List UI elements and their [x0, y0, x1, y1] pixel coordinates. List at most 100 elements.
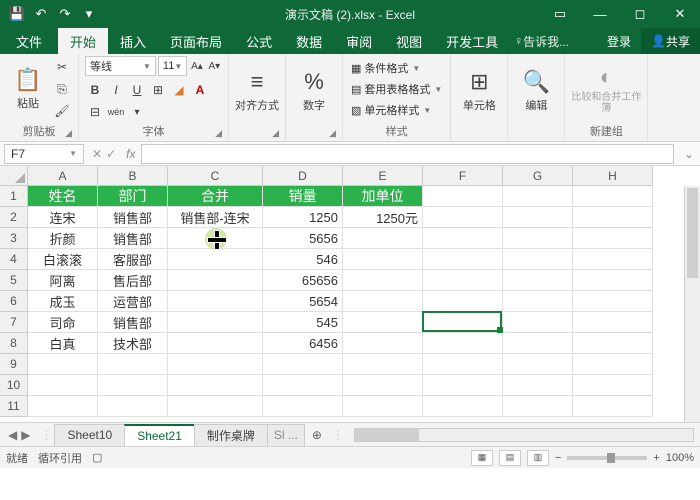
sheet-nav-prev[interactable]: ◀ [8, 428, 17, 442]
launcher-icon[interactable]: ◢ [65, 128, 72, 139]
cell[interactable] [343, 354, 423, 375]
cell[interactable]: 销量 [263, 186, 343, 207]
cell[interactable] [503, 354, 573, 375]
row-header[interactable]: 6 [0, 291, 28, 312]
paste-button[interactable]: 📋 粘贴 [6, 57, 50, 121]
formula-input[interactable] [141, 144, 673, 164]
cell[interactable]: 运营部 [98, 291, 168, 312]
cell[interactable] [423, 312, 503, 333]
cell[interactable]: 合并 [168, 186, 263, 207]
cell[interactable] [503, 291, 573, 312]
undo-button[interactable]: ↶ [30, 3, 52, 25]
cell[interactable] [98, 354, 168, 375]
cell[interactable] [423, 354, 503, 375]
select-all-corner[interactable] [0, 166, 28, 186]
launcher-icon[interactable]: ◢ [272, 128, 279, 139]
column-header[interactable]: H [573, 166, 653, 186]
cut-button[interactable]: ✂ [52, 57, 72, 77]
cell[interactable] [423, 333, 503, 354]
sheet-tab[interactable]: Sheet10 [54, 424, 125, 446]
phonetic-edit-button[interactable]: ▾ [127, 102, 147, 122]
zoom-slider[interactable] [567, 456, 647, 460]
minimize-button[interactable]: — [580, 0, 620, 28]
alignment-button[interactable]: ≡对齐方式 [235, 59, 279, 123]
launcher-icon[interactable]: ◢ [215, 128, 222, 139]
cell[interactable]: 白真 [28, 333, 98, 354]
cell[interactable]: 连宋 [28, 207, 98, 228]
cell[interactable] [573, 270, 653, 291]
cell[interactable] [168, 375, 263, 396]
tab-layout[interactable]: 页面布局 [158, 28, 234, 54]
cell[interactable] [503, 270, 573, 291]
cell[interactable] [168, 333, 263, 354]
row-header[interactable]: 4 [0, 249, 28, 270]
zoom-out-button[interactable]: − [555, 452, 561, 464]
table-format-button[interactable]: ▤套用表格格式▼ [349, 79, 444, 99]
cell[interactable]: 65656 [263, 270, 343, 291]
cell[interactable] [343, 228, 423, 249]
page-layout-view-button[interactable]: ▤ [499, 450, 521, 466]
row-header[interactable]: 5 [0, 270, 28, 291]
cell-style-button[interactable]: ▧单元格样式▼ [349, 100, 444, 120]
cell[interactable]: 销售部 [98, 207, 168, 228]
cell[interactable]: 销售部 [98, 312, 168, 333]
row-header[interactable]: 10 [0, 375, 28, 396]
sheet-tab[interactable]: 制作桌牌 [194, 424, 268, 446]
cell[interactable]: 技术部 [98, 333, 168, 354]
number-button[interactable]: %数字 [292, 59, 336, 123]
border-button[interactable]: ⊞ [148, 80, 168, 100]
horizontal-scrollbar[interactable] [354, 428, 694, 442]
cell[interactable]: 阿离 [28, 270, 98, 291]
fx-icon[interactable]: fx [120, 147, 141, 161]
cell[interactable] [263, 396, 343, 417]
cell[interactable] [573, 312, 653, 333]
cell[interactable] [343, 312, 423, 333]
tab-formulas[interactable]: 公式 [234, 28, 284, 54]
cell[interactable] [28, 354, 98, 375]
cell[interactable] [343, 396, 423, 417]
cell[interactable] [28, 375, 98, 396]
cell[interactable]: 姓名 [28, 186, 98, 207]
grow-font-button[interactable]: A▴ [189, 56, 204, 76]
zoom-level[interactable]: 100% [666, 452, 694, 464]
cell[interactable]: 部门 [98, 186, 168, 207]
font-name-combo[interactable]: 等线▼ [85, 56, 156, 76]
format-painter-button[interactable]: 🖌 [52, 101, 72, 121]
add-sheet-button[interactable]: ⊕ [306, 424, 328, 446]
cell[interactable] [503, 396, 573, 417]
column-header[interactable]: B [98, 166, 168, 186]
conditional-format-button[interactable]: ▦条件格式▼ [349, 58, 444, 78]
tab-review[interactable]: 审阅 [334, 28, 384, 54]
ribbon-options-button[interactable]: ▭ [540, 0, 580, 28]
cell[interactable]: 546 [263, 249, 343, 270]
cell[interactable]: 折颜 [28, 228, 98, 249]
cell[interactable]: 545 [263, 312, 343, 333]
cell[interactable] [343, 270, 423, 291]
scrollbar-thumb[interactable] [355, 429, 419, 441]
cell[interactable]: 客服部 [98, 249, 168, 270]
cell[interactable]: 售后部 [98, 270, 168, 291]
cell[interactable] [98, 375, 168, 396]
column-header[interactable]: C [168, 166, 263, 186]
cell[interactable] [168, 354, 263, 375]
column-header[interactable]: A [28, 166, 98, 186]
cell[interactable] [98, 396, 168, 417]
cell[interactable]: 5654 [263, 291, 343, 312]
cell[interactable]: 6456 [263, 333, 343, 354]
border-bottom-button[interactable]: ⊟ [85, 102, 105, 122]
cell[interactable] [168, 228, 263, 249]
phonetic-button[interactable]: wén [106, 102, 126, 122]
cell[interactable] [573, 375, 653, 396]
column-header[interactable]: F [423, 166, 503, 186]
sheet-tab[interactable]: Sl ... [267, 424, 305, 446]
cell[interactable] [423, 228, 503, 249]
cell[interactable] [263, 375, 343, 396]
tab-data[interactable]: 数据 [284, 28, 334, 54]
login-button[interactable]: 登录 [597, 28, 641, 54]
worksheet-grid[interactable]: 1234567891011 ABCDEFGH 姓名部门合并销量加单位连宋销售部销… [0, 166, 700, 422]
cell[interactable]: 销售部 [98, 228, 168, 249]
cell[interactable]: 1250 [263, 207, 343, 228]
underline-button[interactable]: U [127, 80, 147, 100]
cell[interactable] [423, 207, 503, 228]
cell[interactable] [423, 375, 503, 396]
